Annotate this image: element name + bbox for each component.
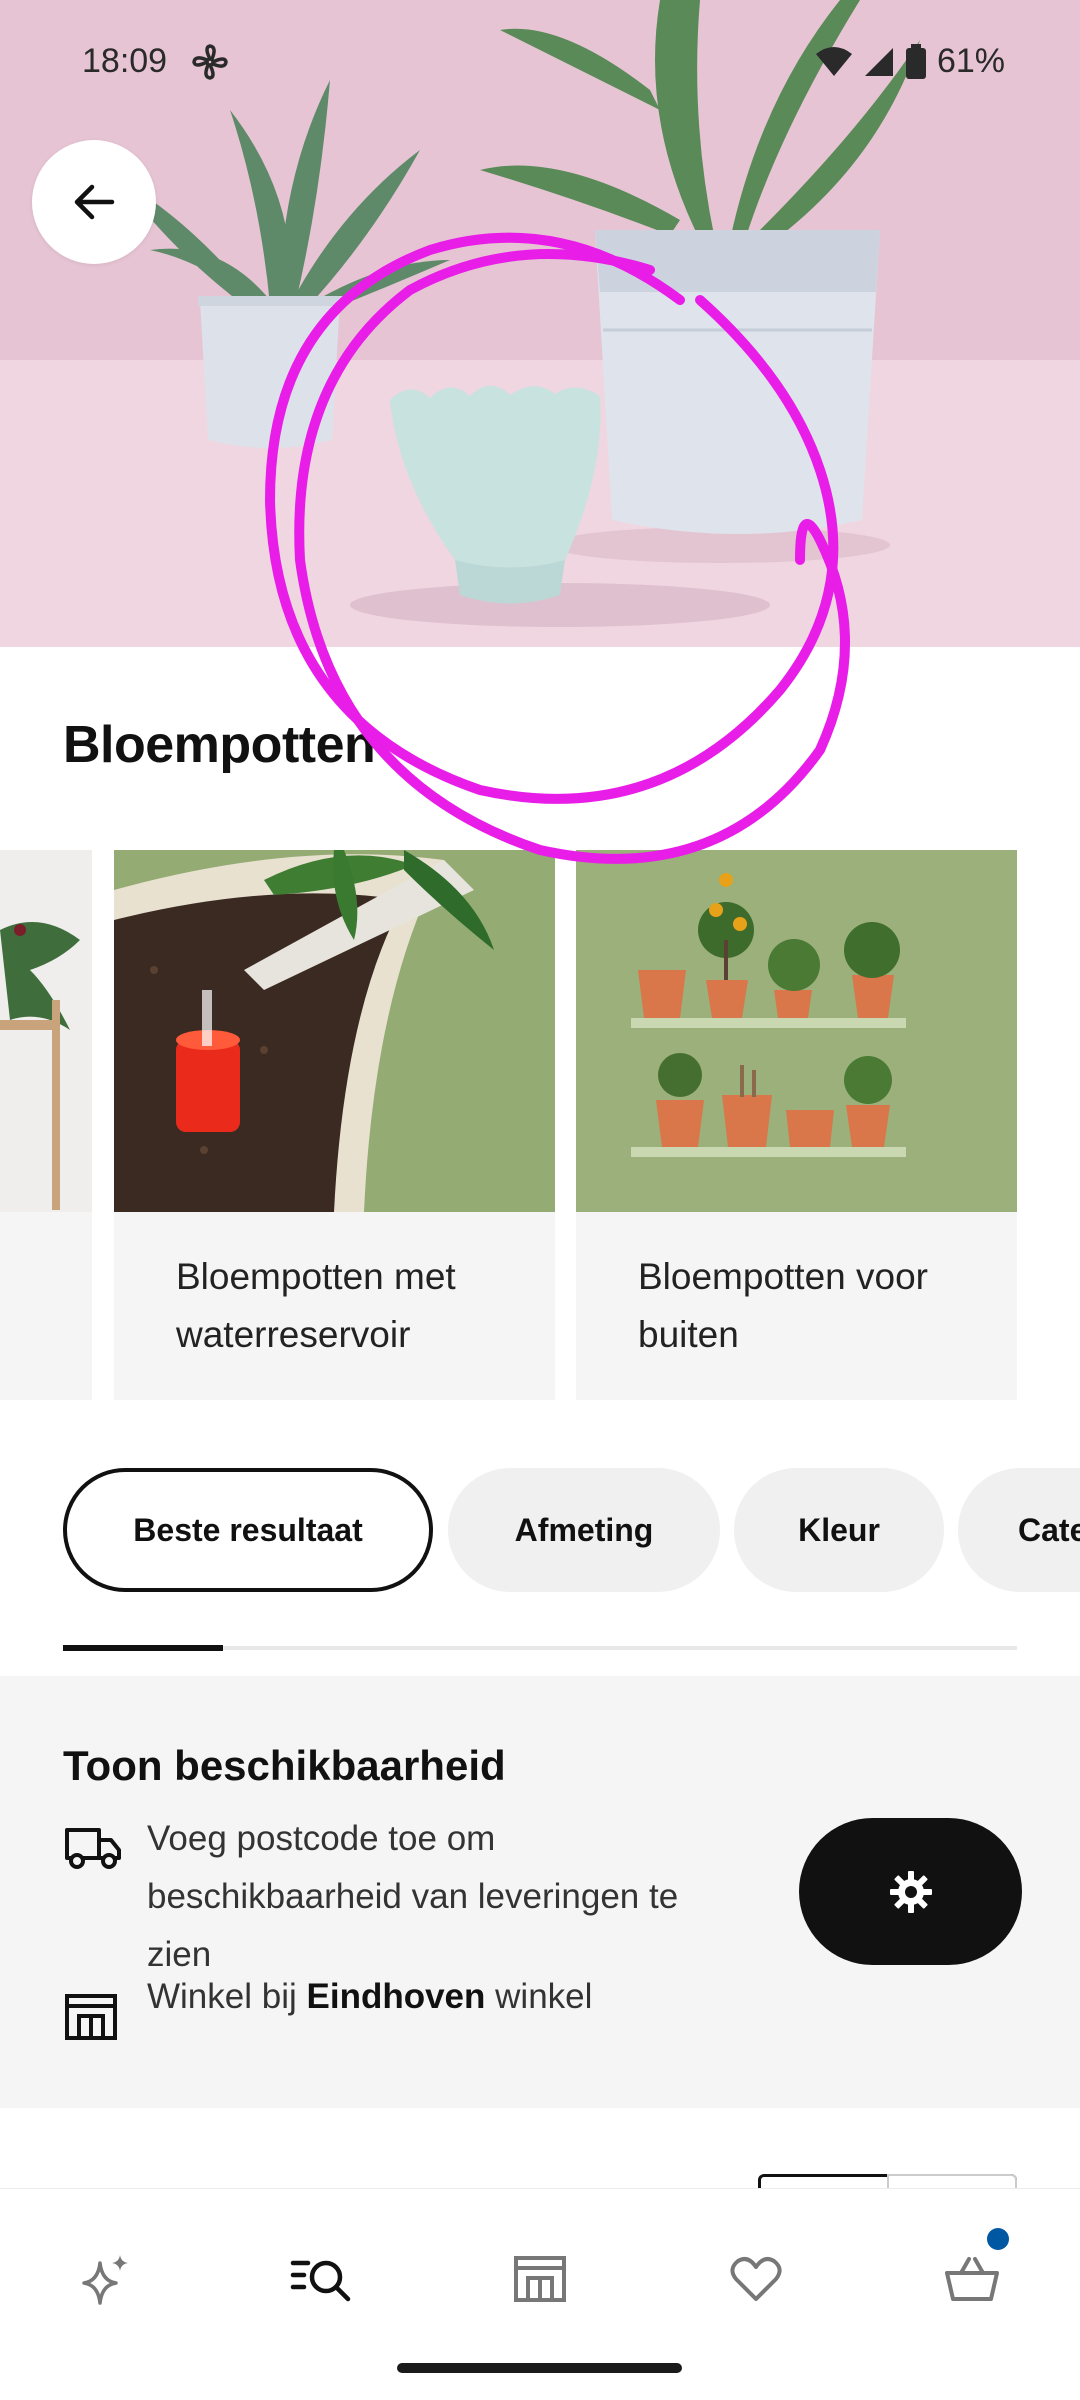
battery-icon bbox=[905, 43, 926, 79]
availability-panel: Toon beschikbaarheid Voeg postcode toe o… bbox=[0, 1676, 1080, 2108]
filter-chip-categorie[interactable]: Cate bbox=[958, 1468, 1080, 1592]
category-image bbox=[576, 850, 1017, 1212]
status-time: 18:09 bbox=[82, 42, 168, 80]
nav-favourites[interactable] bbox=[716, 2239, 796, 2319]
store-icon bbox=[514, 2256, 566, 2302]
filter-chip-afmeting[interactable]: Afmeting bbox=[448, 1468, 720, 1592]
category-label: Bloempotten met waterreservoir bbox=[176, 1256, 456, 1355]
category-card-partial[interactable] bbox=[0, 850, 92, 1400]
hero-image: 18:09 61% bbox=[0, 0, 1080, 647]
nav-basket[interactable] bbox=[932, 2239, 1012, 2319]
wifi-icon bbox=[815, 46, 852, 76]
signal-icon bbox=[864, 47, 893, 76]
back-button[interactable] bbox=[32, 140, 156, 264]
truck-icon bbox=[65, 1828, 121, 1869]
chips-scroll-thumb bbox=[63, 1645, 223, 1651]
category-card-buiten[interactable]: Bloempotten voor buiten bbox=[576, 850, 1017, 1400]
nav-inspiration[interactable] bbox=[66, 2239, 146, 2319]
page-title: Bloempotten bbox=[63, 716, 376, 774]
basket-badge bbox=[987, 2228, 1009, 2250]
fan-icon bbox=[192, 44, 228, 80]
basket-icon bbox=[945, 2257, 999, 2301]
store-text[interactable]: Winkel bij Eindhoven winkel bbox=[147, 1968, 747, 2026]
category-card-waterreservoir[interactable]: Bloempotten met waterreservoir bbox=[114, 850, 555, 1400]
category-image bbox=[114, 850, 555, 1212]
store-suffix: winkel bbox=[495, 1977, 593, 2016]
nav-store[interactable] bbox=[500, 2239, 580, 2319]
category-label: Bloempotten voor buiten bbox=[638, 1256, 929, 1355]
filter-chip-kleur[interactable]: Kleur bbox=[734, 1468, 944, 1592]
status-bar: 18:09 61% bbox=[0, 0, 1080, 130]
heart-icon bbox=[730, 2257, 782, 2301]
status-right-group: 61% bbox=[815, 42, 1005, 81]
filter-chip-beste-resultaat[interactable]: Beste resultaat bbox=[63, 1468, 433, 1592]
battery-percent: 61% bbox=[936, 42, 1005, 80]
search-list-icon bbox=[290, 2260, 351, 2302]
home-indicator[interactable] bbox=[397, 2363, 682, 2373]
store-prefix: Winkel bij bbox=[147, 1977, 297, 2016]
sparkle-icon bbox=[82, 2255, 128, 2305]
nav-search[interactable] bbox=[282, 2239, 362, 2319]
delivery-text: Voeg postcode toe om beschikbaarheid van… bbox=[147, 1819, 679, 1974]
store-name: Eindhoven bbox=[306, 1977, 486, 2016]
store-icon bbox=[65, 1994, 117, 2040]
arrow-left-icon bbox=[74, 184, 115, 220]
category-image bbox=[0, 850, 92, 1212]
gear-icon bbox=[889, 1870, 932, 1913]
availability-settings-button[interactable] bbox=[799, 1818, 1022, 1965]
availability-title: Toon beschikbaarheid bbox=[63, 1742, 506, 1789]
